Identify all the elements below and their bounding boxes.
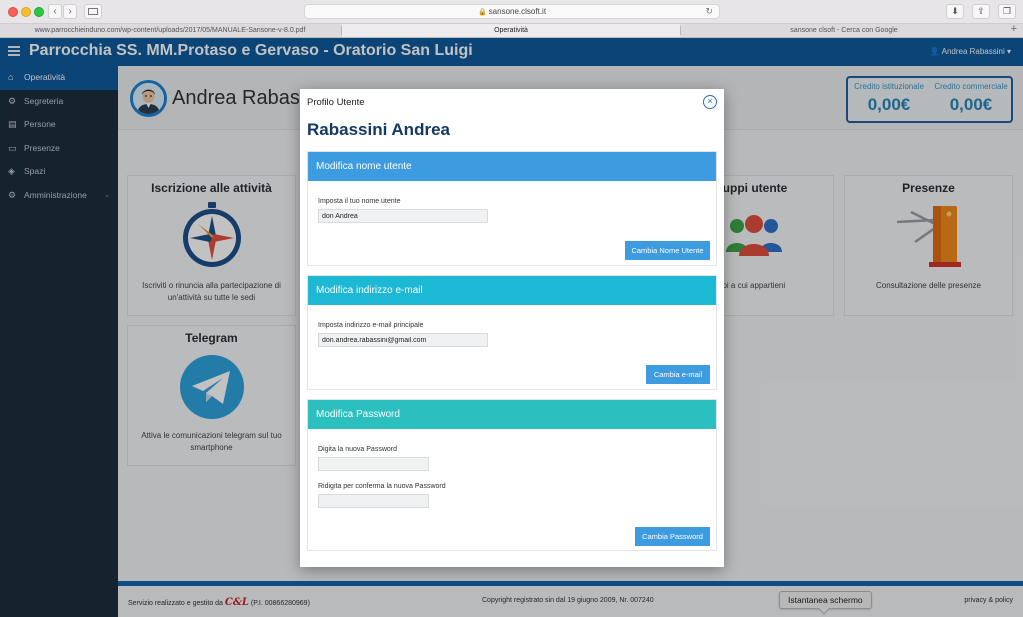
address-bar[interactable]: 🔒 sansone.clsoft.it ↻ xyxy=(304,4,720,19)
profile-modal: Profilo Utente × Rabassini Andrea Modifi… xyxy=(300,89,724,567)
close-window-icon[interactable] xyxy=(8,7,18,17)
new-password-label: Digita la nuova Password xyxy=(318,446,397,453)
zoom-window-icon[interactable] xyxy=(34,7,44,17)
url-text: sansone.clsoft.it xyxy=(488,7,547,16)
tab-pdf-manual[interactable]: www.parrocchieinduno.com/wp-content/uplo… xyxy=(0,24,340,37)
email-panel: Modifica indirizzo e-mail Imposta indiri… xyxy=(307,275,717,390)
new-password-input[interactable] xyxy=(318,457,429,471)
change-email-button[interactable]: Cambia e-mail xyxy=(646,365,710,384)
modal-title: Profilo Utente xyxy=(307,97,365,108)
share-icon[interactable]: ⇪ xyxy=(972,4,990,19)
username-input[interactable] xyxy=(318,209,488,223)
email-input[interactable] xyxy=(318,333,488,347)
username-panel: Modifica nome utente Imposta il tuo nome… xyxy=(307,151,717,266)
confirm-password-input[interactable] xyxy=(318,494,429,508)
tabs-overview-icon[interactable]: ❐ xyxy=(998,4,1016,19)
downloads-icon[interactable]: ⬇ xyxy=(946,4,964,19)
change-password-button[interactable]: Cambia Password xyxy=(635,527,710,546)
change-username-button[interactable]: Cambia Nome Utente xyxy=(625,241,710,260)
reload-icon[interactable]: ↻ xyxy=(705,5,713,18)
panel-header: Modifica Password xyxy=(308,400,716,429)
new-tab-icon[interactable]: + xyxy=(1011,23,1017,35)
confirm-password-label: Ridigita per conferma la nuova Password xyxy=(318,483,446,490)
lock-icon: 🔒 xyxy=(477,9,487,16)
email-field-label: Imposta indirizzo e-mail principale xyxy=(318,322,424,329)
panel-header: Modifica nome utente xyxy=(308,152,716,181)
browser-toolbar: ‹ › 🔒 sansone.clsoft.it ↻ ⬇ ⇪ ❐ xyxy=(0,0,1023,24)
minimize-window-icon[interactable] xyxy=(21,7,31,17)
back-button[interactable]: ‹ xyxy=(48,4,62,19)
close-icon[interactable]: × xyxy=(703,95,717,109)
tab-bar: www.parrocchieinduno.com/wp-content/uplo… xyxy=(0,23,1023,38)
sidebar-toggle-icon[interactable] xyxy=(84,4,102,19)
panel-header: Modifica indirizzo e-mail xyxy=(308,276,716,305)
username-field-label: Imposta il tuo nome utente xyxy=(318,198,401,205)
tab-google-search[interactable]: sansone clsoft - Cerca con Google xyxy=(681,24,1007,37)
modal-user-name: Rabassini Andrea xyxy=(307,120,450,139)
forward-button[interactable]: › xyxy=(63,4,77,19)
tab-operativita[interactable]: Operatività xyxy=(342,24,680,37)
password-panel: Modifica Password Digita la nuova Passwo… xyxy=(307,399,717,551)
